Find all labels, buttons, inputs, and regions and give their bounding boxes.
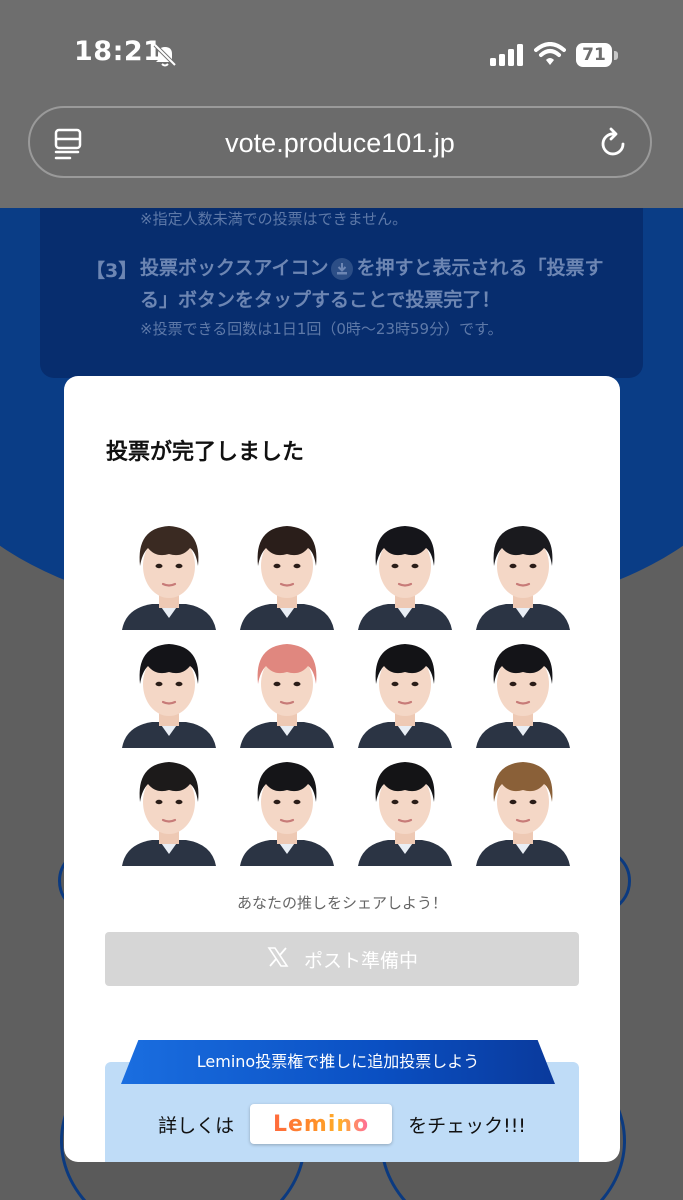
lemino-prefix: 詳しくは <box>158 1114 235 1137</box>
address-bar[interactable]: vote.produce101.jp <box>28 106 652 178</box>
selected-trainees-grid <box>110 512 582 866</box>
status-bar: 18:21 71 <box>0 0 683 104</box>
battery-tip <box>614 51 618 60</box>
trainee-photo <box>346 630 464 748</box>
reload-icon[interactable] <box>598 126 630 164</box>
trainee-photo <box>110 630 228 748</box>
wifi-icon <box>534 42 566 70</box>
vote-complete-modal: 投票が完了しました あなたの推しをシェアしよう！ ポスト準備中 Lemino投票… <box>64 376 620 1162</box>
note-min-selection: ※指定人数未満での投票はできません。 <box>140 210 408 228</box>
trainee-photo <box>464 512 582 630</box>
modal-title: 投票が完了しました <box>106 440 305 465</box>
portrait-icon <box>476 762 570 866</box>
trainee-photo <box>110 748 228 866</box>
portrait-icon <box>240 644 334 748</box>
url-text[interactable]: vote.produce101.jp <box>30 128 650 159</box>
portrait-icon <box>240 762 334 866</box>
trainee-photo <box>464 630 582 748</box>
lemino-row: 詳しくは Lemino をチェック!!! <box>105 1102 579 1146</box>
step3-text-a: 投票ボックスアイコン <box>140 257 329 279</box>
lemino-logo-text: Lemino <box>272 1111 370 1137</box>
step3-number: 【3】 <box>86 260 138 282</box>
bell-off-icon <box>152 42 178 72</box>
x-logo-icon <box>266 945 290 974</box>
lemino-banner[interactable]: Lemino投票権で推しに追加投票しよう 詳しくは Lemino をチェック!!… <box>105 1040 579 1162</box>
battery-indicator: 71 <box>576 43 612 67</box>
trainee-photo <box>228 512 346 630</box>
lemino-suffix: をチェック!!! <box>408 1114 526 1137</box>
share-caption: あなたの推しをシェアしよう！ <box>236 894 447 912</box>
note-vote-limit: ※投票できる回数は1日1回（0時〜23時59分）です。 <box>140 320 503 338</box>
signal-icon <box>490 44 524 70</box>
browser-toolbar: vote.produce101.jp <box>0 104 683 208</box>
trainee-photo <box>228 630 346 748</box>
portrait-icon <box>476 644 570 748</box>
post-button-label: ポスト準備中 <box>303 949 418 972</box>
lemino-ribbon: Lemino投票権で推しに追加投票しよう <box>121 1040 555 1084</box>
trainee-photo <box>464 748 582 866</box>
instruction-box: ※指定人数未満での投票はできません。 【3】 投票ボックスアイコン を押すと表示さ… <box>40 208 643 378</box>
lemino-logo[interactable]: Lemino <box>250 1104 393 1144</box>
portrait-icon <box>122 762 216 866</box>
portrait-icon <box>358 644 452 748</box>
trainee-photo <box>228 748 346 866</box>
portrait-icon <box>358 762 452 866</box>
step3-text: 投票ボックスアイコン を押すと表示される「投票する」ボタンをタップすることで投票完… <box>140 252 610 316</box>
trainee-photo <box>346 748 464 866</box>
portrait-icon <box>358 526 452 630</box>
portrait-icon <box>122 644 216 748</box>
post-button[interactable]: ポスト準備中 <box>105 932 579 986</box>
portrait-icon <box>240 526 334 630</box>
trainee-photo <box>346 512 464 630</box>
portrait-icon <box>122 526 216 630</box>
trainee-photo <box>110 512 228 630</box>
status-time: 18:21 <box>74 36 163 67</box>
vote-box-icon <box>330 257 354 281</box>
portrait-icon <box>476 526 570 630</box>
